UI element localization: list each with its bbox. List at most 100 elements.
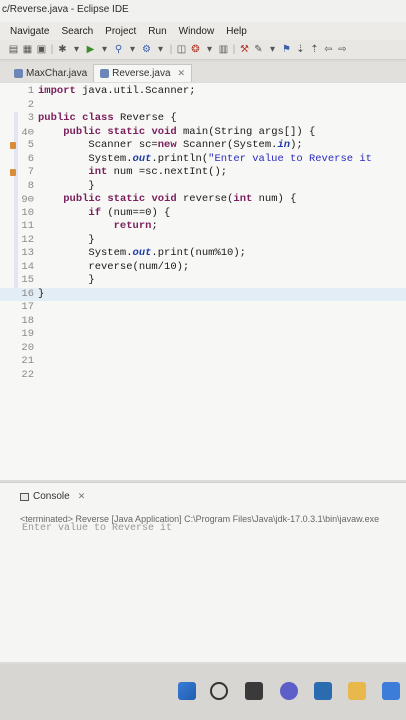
code-text: public static void reverse(int num) {: [63, 193, 297, 205]
line-number: 7: [27, 166, 34, 178]
taskbar: [0, 664, 406, 720]
external-tools-icon[interactable]: ❂: [190, 44, 201, 55]
line-number: 5: [27, 139, 34, 151]
tab-reverse[interactable]: Reverse.java ✕: [93, 64, 193, 82]
tab-label: Reverse.java: [112, 68, 171, 79]
hammer-icon[interactable]: ⚒: [239, 44, 250, 55]
dropdown-icon[interactable]: ▾: [155, 44, 166, 55]
menu-bar: Navigate Search Project Run Window Help: [0, 22, 406, 40]
line-number: 4⊖: [21, 126, 34, 139]
folder-icon[interactable]: [348, 682, 366, 700]
code-line[interactable]: 19: [0, 328, 406, 342]
tab-maxchar[interactable]: MaxChar.java: [8, 64, 93, 82]
code-text: }: [38, 287, 45, 300]
console-tab-label: Console: [33, 491, 70, 502]
line-number: 2: [27, 98, 34, 111]
code-line[interactable]: 15 }: [0, 274, 406, 288]
code-line[interactable]: 10 if (num==0) {: [0, 207, 406, 221]
task-view-icon[interactable]: [245, 682, 263, 700]
start-icon[interactable]: [178, 682, 196, 700]
line-number: 22: [21, 368, 34, 381]
code-line[interactable]: 1 import java.util.Scanner;: [0, 85, 406, 99]
toolbar: ▤ ▦ ▣ | ✱ ▾ ▶ ▾ ⚲ ▾ ⚙ ▾ | ◫ ❂ ▾ ▥ | ⚒ ✎ …: [0, 40, 406, 60]
line-number: 8: [27, 179, 34, 192]
line-number: 6: [27, 152, 34, 165]
code-line[interactable]: 4⊖ public static void main(String args[]…: [0, 126, 406, 140]
code-text: }: [38, 274, 95, 286]
code-line[interactable]: 9⊖ public static void reverse(int num) {: [0, 193, 406, 207]
close-icon[interactable]: ✕: [78, 491, 86, 502]
code-text: System.out.println("Enter value to Rever…: [38, 152, 372, 165]
code-line[interactable]: 14 reverse(num/10);: [0, 261, 406, 275]
code-line[interactable]: 7 int num =sc.nextInt();: [0, 166, 406, 180]
code-line[interactable]: 11 return;: [0, 220, 406, 234]
back-icon[interactable]: ⇦: [323, 44, 334, 55]
code-line[interactable]: 18: [0, 315, 406, 329]
line-number: 15: [21, 274, 34, 286]
code-line[interactable]: 2: [0, 99, 406, 113]
run-icon[interactable]: ▶: [85, 44, 96, 55]
java-file-icon: [14, 68, 23, 78]
console-tab[interactable]: Console ✕: [20, 491, 85, 502]
line-number: 21: [21, 355, 34, 367]
code-line[interactable]: 21: [0, 355, 406, 369]
line-number: 17: [21, 301, 34, 313]
line-number: 13: [21, 247, 34, 259]
code-editor[interactable]: 1 import java.util.Scanner; 2 3 public class…: [0, 83, 406, 480]
code-text: if (num==0) {: [88, 206, 171, 219]
open-type-icon[interactable]: ◫: [176, 44, 187, 55]
line-number: 20: [21, 341, 34, 354]
line-number: 14: [21, 260, 34, 273]
dropdown-icon[interactable]: ▾: [204, 44, 215, 55]
code-line[interactable]: 20: [0, 342, 406, 356]
code-line[interactable]: 5 Scanner sc=new Scanner(System.in);: [0, 139, 406, 153]
save-icon[interactable]: ▦: [22, 44, 33, 55]
code-line[interactable]: 6 System.out.println("Enter value to Rev…: [0, 153, 406, 167]
new-file-icon[interactable]: ▤: [8, 44, 19, 55]
forward-icon[interactable]: ⇨: [337, 44, 348, 55]
task-icon[interactable]: ▥: [218, 44, 229, 55]
search-icon[interactable]: [210, 682, 228, 700]
menu-search[interactable]: Search: [61, 26, 93, 37]
chat-icon[interactable]: [280, 682, 298, 700]
console-output[interactable]: Enter value to Reverse it: [22, 523, 172, 534]
code-text: return;: [113, 220, 158, 232]
store-icon[interactable]: [382, 682, 400, 700]
search-icon[interactable]: ⚲: [113, 44, 124, 55]
window-title: c/Reverse.java - Eclipse IDE: [0, 0, 406, 22]
next-annotation-icon[interactable]: ⇣: [295, 44, 306, 55]
line-number: 3: [27, 112, 34, 124]
print-icon[interactable]: ▣: [36, 44, 47, 55]
code-line[interactable]: 3 public class Reverse {: [0, 112, 406, 126]
line-number: 9⊖: [21, 194, 34, 206]
menu-window[interactable]: Window: [179, 26, 215, 37]
debug-icon[interactable]: ⚙: [141, 44, 152, 55]
dropdown-icon[interactable]: ▾: [267, 44, 278, 55]
settings-icon[interactable]: ✱: [57, 44, 68, 55]
code-line[interactable]: 8 }: [0, 180, 406, 194]
editor-tab-bar: MaxChar.java Reverse.java ✕: [0, 62, 406, 82]
menu-help[interactable]: Help: [226, 26, 247, 37]
widgets-icon[interactable]: [314, 682, 332, 700]
code-line[interactable]: 12 }: [0, 234, 406, 248]
menu-project[interactable]: Project: [105, 26, 136, 37]
dropdown-icon[interactable]: ▾: [127, 44, 138, 55]
tab-label: MaxChar.java: [26, 67, 88, 79]
pen-icon[interactable]: ✎: [253, 44, 264, 55]
line-number: 18: [21, 314, 34, 327]
line-number: 19: [21, 328, 34, 340]
close-icon[interactable]: ✕: [178, 68, 186, 79]
code-line[interactable]: 13 System.out.print(num%10);: [0, 247, 406, 261]
code-line[interactable]: 17: [0, 301, 406, 315]
dropdown-icon[interactable]: ▾: [71, 44, 82, 55]
prev-annotation-icon[interactable]: ⇡: [309, 44, 320, 55]
code-line[interactable]: 22: [0, 369, 406, 383]
code-line[interactable]: 16}: [0, 287, 406, 301]
line-number: 10: [21, 206, 34, 219]
pin-icon[interactable]: ⚑: [281, 44, 292, 55]
dropdown-icon[interactable]: ▾: [99, 44, 110, 55]
toolbar-separator: |: [50, 44, 54, 55]
menu-run[interactable]: Run: [148, 26, 166, 37]
toolbar-separator: |: [169, 44, 173, 55]
menu-navigate[interactable]: Navigate: [10, 26, 49, 37]
